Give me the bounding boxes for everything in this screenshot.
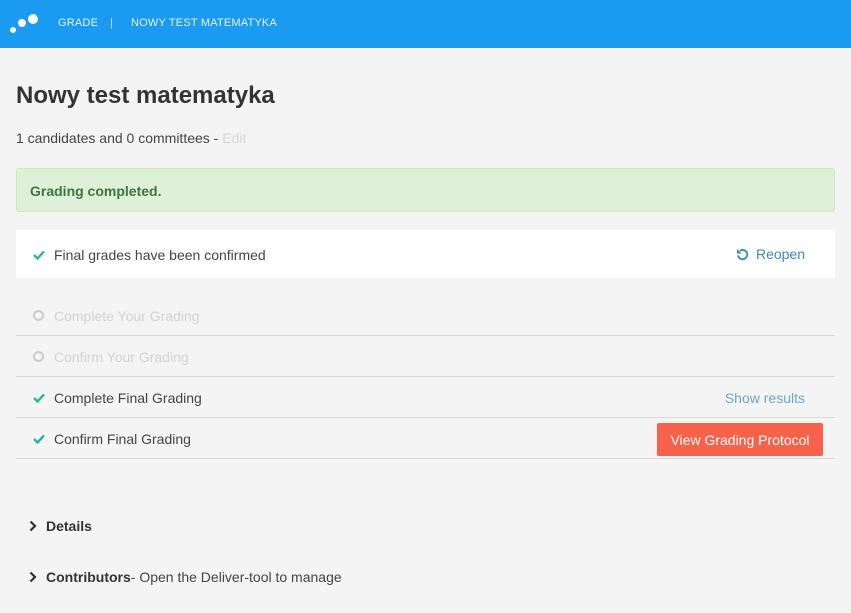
step-label: Complete Final Grading [54,390,202,406]
top-navigation-bar: GRADE | NOWY TEST MATEMATYKA [0,0,851,48]
step-complete-final-grading: Complete Final Grading Show results [16,377,835,418]
contributors-label: Contributors [46,569,131,585]
grading-completed-alert: Grading completed. [16,168,835,212]
reopen-label: Reopen [755,246,805,262]
pending-circle-icon [33,351,44,362]
view-grading-protocol-button[interactable]: View Grading Protocol [657,423,823,456]
details-section-toggle[interactable]: Details [28,518,92,534]
step-confirm-your-grading: Confirm Your Grading [16,336,835,377]
undo-icon [736,248,749,260]
step-label: Confirm Final Grading [54,431,191,447]
checkmark-icon [33,393,45,403]
edit-link[interactable]: Edit [222,130,246,146]
checkmark-icon [33,250,45,260]
chevron-right-icon [29,571,37,583]
pending-circle-icon [33,310,44,321]
final-grades-confirmed-text: Final grades have been confirmed [54,247,266,263]
final-grades-confirmed-row: Final grades have been confirmed Reopen [16,230,835,278]
reopen-button[interactable]: Reopen [736,246,805,262]
checkmark-icon [33,434,45,444]
details-label: Details [46,518,92,534]
step-label: Confirm Your Grading [54,349,189,365]
step-complete-your-grading: Complete Your Grading [16,295,835,336]
contributors-section-toggle[interactable]: Contributors - Open the Deliver-tool to … [28,569,342,585]
chevron-right-icon [29,520,37,532]
app-logo-icon[interactable] [9,12,41,36]
breadcrumb-test-name[interactable]: NOWY TEST MATEMATYKA [131,17,277,29]
contributors-description: - Open the Deliver-tool to manage [130,569,342,585]
page-title: Nowy test matematyka [16,82,275,109]
step-confirm-final-grading: Confirm Final Grading View Grading Proto… [16,418,835,459]
candidates-committees-count: 1 candidates and 0 committees - [16,130,223,146]
show-results-link[interactable]: Show results [725,390,805,406]
breadcrumb-separator: | [110,17,114,29]
breadcrumb-grade[interactable]: GRADE [58,17,98,29]
page-subtitle: 1 candidates and 0 committees - Edit [16,130,246,146]
step-label: Complete Your Grading [54,308,200,324]
